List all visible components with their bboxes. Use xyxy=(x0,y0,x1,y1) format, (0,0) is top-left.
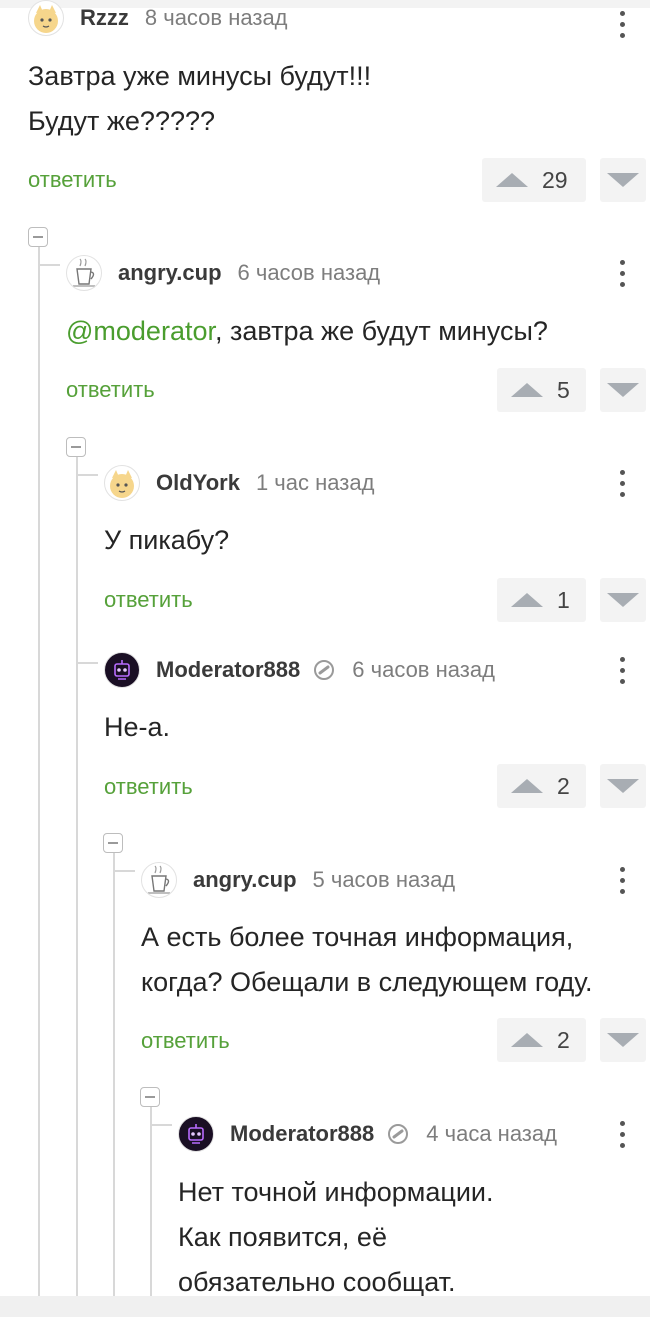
comment-line: Не-а. xyxy=(104,712,171,742)
downvote-button[interactable] xyxy=(600,578,646,622)
username[interactable]: Moderator888 xyxy=(156,657,300,683)
downvote-arrow-icon xyxy=(607,1033,639,1047)
comment-text: Нет точной информации. Как появится, её … xyxy=(178,1170,494,1305)
downvote-arrow-icon xyxy=(607,383,639,397)
collapse-toggle-level-1[interactable] xyxy=(28,227,48,247)
more-options-icon[interactable] xyxy=(612,860,632,900)
downvote-arrow-icon xyxy=(607,173,639,187)
downvote-button[interactable] xyxy=(600,764,646,808)
comment-header: angry.cup 5 часов назад xyxy=(141,862,455,898)
vote-count: 29 xyxy=(542,166,568,193)
comment-line: А есть более точная информация, xyxy=(141,922,574,952)
more-options-icon[interactable] xyxy=(612,253,632,293)
comment-text: У пикабу? xyxy=(104,518,229,563)
comment-header: Moderator888 4 часа назад xyxy=(178,1116,557,1152)
timestamp: 8 часов назад xyxy=(144,5,288,30)
username[interactable]: angry.cup xyxy=(118,260,222,286)
moderator-pin-icon xyxy=(386,1122,410,1146)
comment-line: , завтра же будут минусы? xyxy=(214,316,548,346)
thread-line-level-4 xyxy=(150,1106,152,1296)
reply-link[interactable]: ответить xyxy=(141,1028,230,1054)
thread-branch-level-2 xyxy=(76,474,98,476)
vote-count: 1 xyxy=(557,586,570,613)
upvote-arrow-icon xyxy=(511,779,543,793)
thread-branch-level-2b xyxy=(76,662,98,664)
cat-avatar-icon[interactable] xyxy=(104,465,140,501)
downvote-button[interactable] xyxy=(600,158,646,202)
robot-avatar-icon[interactable] xyxy=(178,1116,214,1152)
vote-count: 2 xyxy=(557,1026,570,1053)
collapse-toggle-level-2[interactable] xyxy=(66,437,86,457)
timestamp: 5 часов назад xyxy=(312,867,456,892)
cup-avatar-icon[interactable] xyxy=(66,255,102,291)
upvote-arrow-icon xyxy=(511,383,543,397)
comment-header: OldYork 1 час назад xyxy=(104,465,374,501)
timestamp: 6 часов назад xyxy=(237,260,381,285)
comment-line: когда? Обещали в следующем году. xyxy=(141,967,593,997)
reply-link[interactable]: ответить xyxy=(28,167,117,193)
more-options-icon[interactable] xyxy=(612,650,632,690)
username[interactable]: Moderator888 xyxy=(230,1121,374,1147)
timestamp: 6 часов назад xyxy=(352,657,495,682)
comment-line: Как появится, её xyxy=(178,1222,387,1252)
collapse-toggle-level-4[interactable] xyxy=(140,1087,160,1107)
more-options-icon[interactable] xyxy=(612,4,632,44)
cat-avatar-icon[interactable] xyxy=(28,0,64,36)
moderator-pin-icon xyxy=(312,658,336,682)
vote-count: 2 xyxy=(557,772,570,799)
bottom-divider xyxy=(0,1296,650,1317)
timestamp: 1 час назад xyxy=(255,470,375,495)
upvote-button[interactable]: 2 xyxy=(497,1018,586,1062)
comment-line: Будут же????? xyxy=(28,106,216,136)
reply-link[interactable]: ответить xyxy=(104,587,193,613)
comment-text: @moderator, завтра же будут минусы? xyxy=(66,309,548,354)
more-options-icon[interactable] xyxy=(612,1114,632,1154)
reply-link[interactable]: ответить xyxy=(104,774,193,800)
username[interactable]: angry.cup xyxy=(193,867,297,893)
user-mention-link[interactable]: @moderator xyxy=(66,316,215,346)
upvote-arrow-icon xyxy=(496,173,528,187)
upvote-button[interactable]: 2 xyxy=(497,764,586,808)
upvote-arrow-icon xyxy=(511,1033,543,1047)
thread-branch-level-3 xyxy=(113,870,135,872)
reply-link[interactable]: ответить xyxy=(66,377,155,403)
thread-line-level-1 xyxy=(38,246,40,1296)
upvote-button[interactable]: 29 xyxy=(482,158,586,202)
robot-avatar-icon[interactable] xyxy=(104,652,140,688)
username[interactable]: Rzzz xyxy=(80,5,129,31)
comment-line: Нет точной информации. xyxy=(178,1177,494,1207)
more-options-icon[interactable] xyxy=(612,463,632,503)
username[interactable]: OldYork xyxy=(156,470,240,496)
upvote-button[interactable]: 5 xyxy=(497,368,586,412)
comment-header: Moderator888 6 часов назад xyxy=(104,652,495,688)
downvote-button[interactable] xyxy=(600,1018,646,1062)
comment-header: Rzzz 8 часов назад xyxy=(28,0,288,36)
comment-header: angry.cup 6 часов назад xyxy=(66,255,380,291)
thread-branch-level-4 xyxy=(150,1124,172,1126)
comment-text: Не-а. xyxy=(104,705,170,750)
downvote-arrow-icon xyxy=(607,779,639,793)
comment-line: Завтра уже минусы будут!!! xyxy=(28,61,372,91)
comment-line: У пикабу? xyxy=(104,525,230,555)
thread-line-level-2 xyxy=(76,456,78,1296)
downvote-arrow-icon xyxy=(607,593,639,607)
collapse-toggle-level-3[interactable] xyxy=(103,833,123,853)
downvote-button[interactable] xyxy=(600,368,646,412)
upvote-button[interactable]: 1 xyxy=(497,578,586,622)
thread-line-level-3 xyxy=(113,852,115,1296)
comment-text: Завтра уже минусы будут!!! Будут же????? xyxy=(28,54,371,144)
upvote-arrow-icon xyxy=(511,593,543,607)
thread-branch-level-1 xyxy=(38,264,60,266)
timestamp: 4 часа назад xyxy=(426,1121,557,1146)
comment-text: А есть более точная информация, когда? О… xyxy=(141,915,593,1005)
cup-avatar-icon[interactable] xyxy=(141,862,177,898)
vote-count: 5 xyxy=(557,376,570,403)
comments-page: Rzzz 8 часов назад Завтра уже минусы буд… xyxy=(0,0,650,1317)
